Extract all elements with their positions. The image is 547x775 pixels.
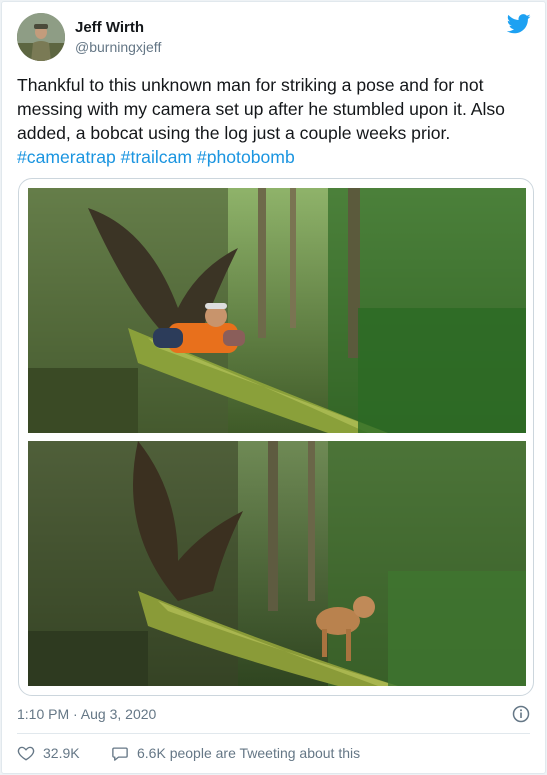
photo-bobcat-image xyxy=(28,441,526,686)
photo-bobcat-on-log[interactable] xyxy=(28,441,526,686)
photo-man-image xyxy=(28,188,526,433)
speech-bubble-icon xyxy=(112,747,128,761)
author-handle[interactable]: @burningxjeff xyxy=(75,39,161,55)
conversation-text: 6.6K people are Tweeting about this xyxy=(137,745,361,761)
divider xyxy=(17,733,530,734)
author-name[interactable]: Jeff Wirth xyxy=(75,19,144,36)
photo-man-on-log[interactable] xyxy=(28,188,526,433)
avatar[interactable] xyxy=(17,13,65,61)
conversation-link[interactable]: 6.6K people are Tweeting about this xyxy=(111,744,360,762)
like-action[interactable]: 32.9K xyxy=(17,744,80,762)
tweet-hashtags[interactable]: #cameratrap #trailcam #photobomb xyxy=(17,147,295,167)
heart-icon xyxy=(17,746,35,761)
like-count: 32.9K xyxy=(43,745,80,761)
media-container[interactable] xyxy=(18,178,534,696)
tweet-card: Jeff Wirth @burningxjeff Thankful to thi… xyxy=(1,1,546,774)
info-icon[interactable] xyxy=(512,705,530,723)
tweet-timestamp[interactable]: 1:10 PM · Aug 3, 2020 xyxy=(17,706,156,722)
tweet-text: Thankful to this unknown man for strikin… xyxy=(17,73,537,169)
avatar-image xyxy=(17,13,65,61)
twitter-bird-icon[interactable] xyxy=(507,14,531,34)
tweet-body: Thankful to this unknown man for strikin… xyxy=(17,75,505,143)
